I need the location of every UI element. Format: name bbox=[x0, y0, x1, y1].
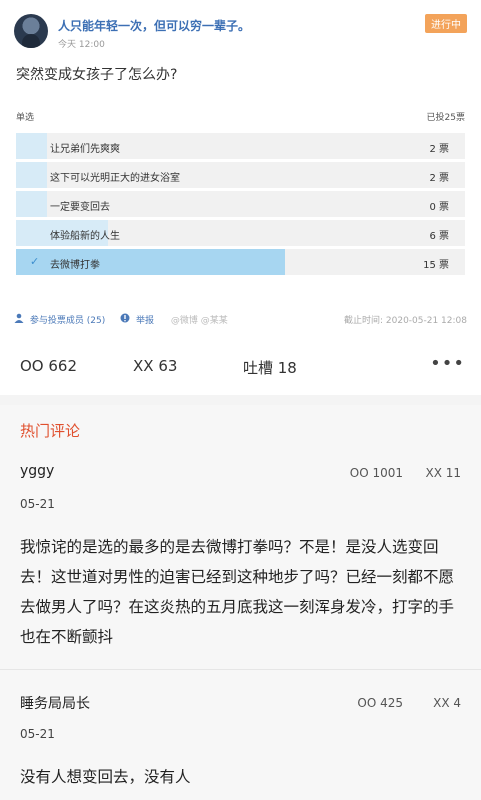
comment-oo-button[interactable]: OO 1001 bbox=[350, 466, 403, 480]
report-link[interactable]: 举报 bbox=[136, 313, 154, 326]
post-time: 今天 12:00 bbox=[58, 40, 105, 50]
poll-options: 让兄弟们先爽爽 2 票 这下可以光明正大的进女浴室 2 票 一定要变回去 0 票… bbox=[16, 133, 465, 278]
poll-footer: 参与投票成员 (25) 举报 @微博 @某某 截止时间: 2020-05-21 … bbox=[14, 313, 467, 326]
comment-xx-button[interactable]: XX 11 bbox=[425, 466, 461, 480]
xx-button[interactable]: XX 63 bbox=[133, 357, 177, 375]
option-label: 体验船新的人生 bbox=[50, 231, 120, 242]
poster-name[interactable]: 人只能年轻一次，但可以穷一辈子。 bbox=[58, 17, 250, 34]
reaction-bar: OO 662 XX 63 吐槽 18 ••• bbox=[0, 335, 481, 395]
report-icon bbox=[120, 313, 130, 326]
hot-comments-title: 热门评论 bbox=[20, 422, 81, 440]
poll-option[interactable]: 体验船新的人生 6 票 bbox=[16, 220, 465, 246]
tucao-button[interactable]: 吐槽 18 bbox=[243, 357, 297, 378]
option-count: 2 票 bbox=[429, 173, 449, 184]
status-badge: 进行中 bbox=[425, 14, 467, 33]
comment-date: 05-21 bbox=[20, 497, 55, 511]
section-gap bbox=[0, 395, 481, 405]
comment-xx-button[interactable]: XX 4 bbox=[433, 696, 461, 710]
option-count: 0 票 bbox=[429, 202, 449, 213]
option-label: 这下可以光明正大的进女浴室 bbox=[50, 173, 180, 184]
poll-option[interactable]: 一定要变回去 0 票 bbox=[16, 191, 465, 217]
poll-option[interactable]: 这下可以光明正大的进女浴室 2 票 bbox=[16, 162, 465, 188]
option-label: 让兄弟们先爽爽 bbox=[50, 144, 120, 155]
poll-card: 人只能年轻一次，但可以穷一辈子。 今天 12:00 进行中 突然变成女孩子了怎么… bbox=[0, 0, 481, 335]
option-label: 去微博打拳 bbox=[50, 260, 100, 271]
poll-question: 突然变成女孩子了怎么办? bbox=[16, 67, 178, 83]
user-icon bbox=[14, 313, 24, 326]
oo-button[interactable]: OO 662 bbox=[20, 357, 77, 375]
option-count: 15 票 bbox=[423, 260, 449, 271]
comment-author[interactable]: 睡务局局长 bbox=[20, 693, 90, 713]
poll-option[interactable]: ✓ 去微博打拳 15 票 bbox=[16, 249, 465, 275]
weibo-watermark: @微博 @某某 bbox=[170, 316, 228, 326]
more-icon[interactable]: ••• bbox=[430, 353, 465, 374]
participants-link[interactable]: 参与投票成员 (25) bbox=[30, 313, 105, 326]
comment-text: 没有人想变回去，没有人 bbox=[20, 768, 191, 786]
poll-deadline: 截止时间: 2020-05-21 12:08 bbox=[344, 316, 467, 326]
option-count: 6 票 bbox=[429, 231, 449, 242]
comment-oo-button[interactable]: OO 425 bbox=[357, 696, 403, 710]
poll-type: 单选 bbox=[16, 113, 35, 123]
hot-comments: 热门评论 yggy OO 1001 XX 11 05-21 我惊诧的是选的最多的… bbox=[0, 405, 481, 800]
poll-total: 已投25票 bbox=[426, 113, 465, 123]
comment-date: 05-21 bbox=[20, 727, 55, 741]
option-label: 一定要变回去 bbox=[50, 202, 110, 213]
comment-author[interactable]: yggy bbox=[20, 463, 54, 479]
comment-divider bbox=[0, 669, 481, 670]
option-bar bbox=[16, 133, 48, 159]
comment-text: 我惊诧的是选的最多的是去微博打拳吗？不是！是没人选变回去！这世道对男性的迫害已经… bbox=[20, 538, 455, 646]
option-bar bbox=[16, 162, 48, 188]
option-count: 2 票 bbox=[429, 144, 449, 155]
option-bar bbox=[16, 191, 48, 217]
avatar[interactable] bbox=[14, 14, 48, 48]
check-icon: ✓ bbox=[30, 255, 40, 268]
poll-option[interactable]: 让兄弟们先爽爽 2 票 bbox=[16, 133, 465, 159]
